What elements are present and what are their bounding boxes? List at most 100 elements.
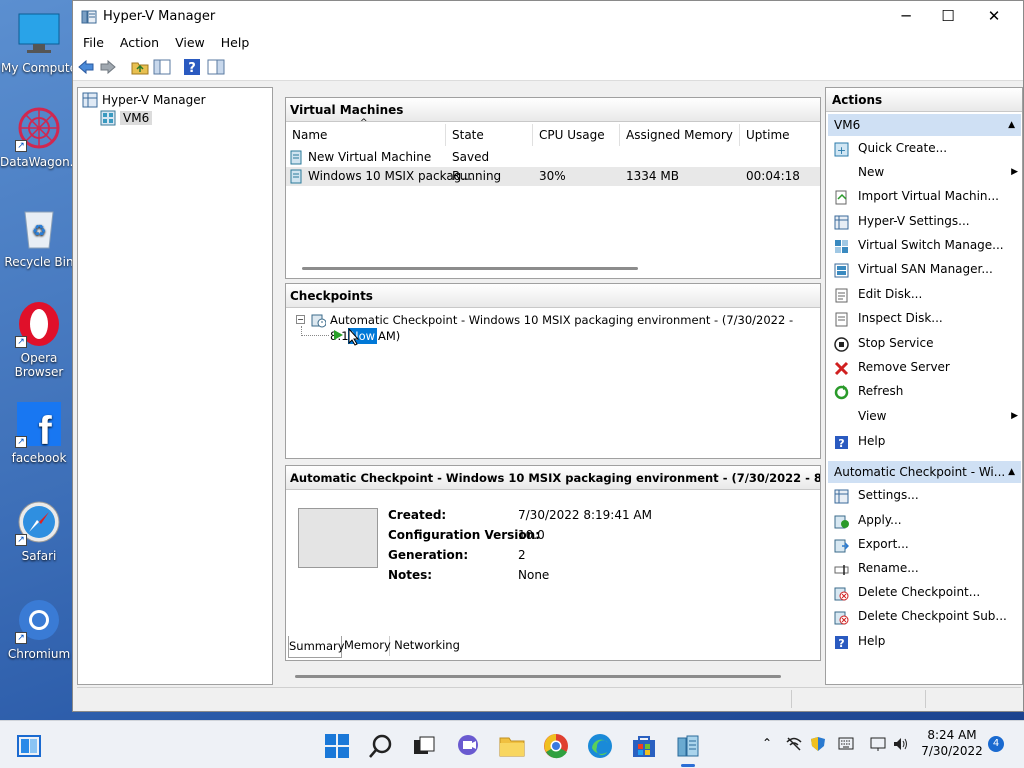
vm-name: Windows 10 MSIX packag... <box>308 169 473 183</box>
taskbar: ⌃ 8:24 AM 7/30/2022 4 <box>0 720 1024 768</box>
monitor-icon <box>15 10 63 58</box>
action-inspect-disk[interactable]: Inspect Disk... <box>830 306 1020 330</box>
export-icon <box>834 537 850 553</box>
network-icon[interactable] <box>786 736 802 755</box>
action-label: Delete Checkpoint... <box>858 585 981 599</box>
action-new[interactable]: New ▶ <box>830 160 1020 184</box>
store-icon[interactable] <box>631 733 657 759</box>
main-horizontal-scrollbar[interactable] <box>295 675 781 678</box>
show-hidden-icons-icon[interactable]: ⌃ <box>762 736 772 750</box>
table-row[interactable]: Windows 10 MSIX packag... Running 30% 13… <box>286 167 820 186</box>
tree-item-hyperv-manager[interactable]: Hyper-V Manager <box>82 91 206 109</box>
action-virtual-san[interactable]: Virtual SAN Manager... <box>830 257 1020 281</box>
action-hyperv-settings[interactable]: Hyper-V Settings... <box>830 209 1020 233</box>
column-uptime[interactable]: Uptime <box>740 124 820 146</box>
action-label: View <box>858 409 887 423</box>
menu-view[interactable]: View <box>175 33 205 53</box>
actions-group-checkpoint[interactable]: Automatic Checkpoint - Wi... ▲ <box>828 461 1021 483</box>
action-help[interactable]: ? Help <box>830 629 1020 653</box>
action-remove-server[interactable]: Remove Server <box>830 355 1020 379</box>
desktop-icon-label: Safari <box>21 549 57 563</box>
group-label: VM6 <box>834 118 861 132</box>
clock-time: 8:24 AM <box>927 728 977 742</box>
vm-icon <box>290 169 302 187</box>
checkpoint-item[interactable]: Automatic Checkpoint - Windows 10 MSIX p… <box>330 312 820 344</box>
up-folder-icon[interactable] <box>131 58 149 76</box>
import-vm-icon <box>834 189 849 205</box>
forward-arrow-icon[interactable] <box>99 58 117 76</box>
display-icon[interactable] <box>870 736 886 755</box>
action-label: Settings... <box>858 488 919 502</box>
show-hide-console-tree-icon[interactable] <box>153 58 171 76</box>
search-icon[interactable] <box>368 733 394 759</box>
widgets-icon[interactable] <box>16 733 42 759</box>
title-bar[interactable]: Hyper-V Manager ─ ☐ ✕ <box>73 1 1023 33</box>
desktop-icon-chromium[interactable]: ↗ Chromium <box>0 596 78 661</box>
keyboard-icon[interactable] <box>838 737 854 753</box>
security-shield-icon[interactable] <box>810 736 826 755</box>
task-view-icon[interactable] <box>411 733 437 759</box>
action-view[interactable]: View ▶ <box>830 404 1020 428</box>
menu-help[interactable]: Help <box>221 33 250 53</box>
action-refresh[interactable]: Refresh <box>830 379 1020 403</box>
column-assigned-memory[interactable]: Assigned Memory <box>620 124 740 146</box>
volume-icon[interactable] <box>892 736 908 755</box>
file-explorer-icon[interactable] <box>499 733 525 759</box>
action-settings[interactable]: Settings... <box>830 483 1020 507</box>
horizontal-scrollbar[interactable] <box>302 267 638 270</box>
column-state[interactable]: State <box>446 124 533 146</box>
show-hide-action-pane-icon[interactable] <box>207 58 225 76</box>
collapse-toggle-icon[interactable]: − <box>296 315 305 324</box>
opera-icon: ↗ <box>15 300 63 348</box>
collapse-arrow-icon: ▲ <box>1008 467 1015 477</box>
hyperv-manager-taskbar-icon[interactable] <box>675 733 701 759</box>
back-arrow-icon[interactable] <box>77 58 95 76</box>
vm-memory: 1334 MB <box>626 169 679 183</box>
table-row[interactable]: New Virtual Machine Saved <box>286 148 820 167</box>
status-divider <box>791 690 792 708</box>
actions-group-vm6[interactable]: VM6 ▲ <box>828 114 1021 136</box>
action-label: Virtual Switch Manage... <box>858 238 1004 252</box>
desktop-icon-recycle-bin[interactable]: ♻ Recycle Bin <box>0 204 78 269</box>
desktop-icon-facebook[interactable]: f ↗ facebook <box>0 400 78 465</box>
tree-item-vm6[interactable]: VM6 <box>100 109 153 127</box>
action-export[interactable]: Export... <box>830 532 1020 556</box>
menu-file[interactable]: File <box>83 33 104 53</box>
clock[interactable]: 8:24 AM 7/30/2022 <box>916 727 988 759</box>
menu-action[interactable]: Action <box>120 33 159 53</box>
tab-summary[interactable]: Summary <box>288 636 345 658</box>
action-stop-service[interactable]: Stop Service <box>830 331 1020 355</box>
apply-icon <box>834 513 849 529</box>
action-help[interactable]: ? Help <box>830 429 1020 453</box>
tab-networking[interactable]: Networking <box>394 636 460 656</box>
minimize-button[interactable]: ─ <box>883 1 929 33</box>
chat-icon[interactable] <box>455 733 481 759</box>
start-icon[interactable] <box>324 733 350 759</box>
chrome-icon[interactable] <box>543 733 569 759</box>
action-label: Import Virtual Machin... <box>858 189 999 203</box>
desktop-icon-datawagon[interactable]: ↗ DataWagon... <box>0 104 81 169</box>
action-apply[interactable]: Apply... <box>830 508 1020 532</box>
action-quick-create[interactable]: + Quick Create... <box>830 136 1020 160</box>
action-delete-checkpoint[interactable]: Delete Checkpoint... <box>830 580 1020 604</box>
action-delete-checkpoint-subtree[interactable]: Delete Checkpoint Sub... <box>830 604 1020 628</box>
desktop-icon-my-computer[interactable]: My Compute <box>0 10 78 75</box>
svg-text:?: ? <box>838 437 844 450</box>
notification-badge[interactable]: 4 <box>988 736 1004 752</box>
safari-icon: ↗ <box>15 498 63 546</box>
vms-column-headers: Name ^ State CPU Usage Assigned Memory U… <box>286 118 820 146</box>
column-cpu-usage[interactable]: CPU Usage <box>533 124 620 146</box>
tab-memory[interactable]: Memory <box>344 636 391 656</box>
action-rename[interactable]: Rename... <box>830 556 1020 580</box>
action-import-vm[interactable]: Import Virtual Machin... <box>830 184 1020 208</box>
action-label: New <box>858 165 885 179</box>
close-button[interactable]: ✕ <box>971 1 1017 33</box>
edge-icon[interactable] <box>587 733 613 759</box>
desktop-icon-opera[interactable]: ↗ Opera Browser <box>0 300 78 379</box>
desktop-icon-safari[interactable]: ↗ Safari <box>0 498 78 563</box>
help-icon[interactable]: ? <box>183 58 201 76</box>
maximize-button[interactable]: ☐ <box>925 1 971 33</box>
action-edit-disk[interactable]: Edit Disk... <box>830 282 1020 306</box>
virtual-machines-panel: Virtual Machines Name ^ State CPU Usage … <box>285 97 821 279</box>
action-virtual-switch[interactable]: Virtual Switch Manage... <box>830 233 1020 257</box>
